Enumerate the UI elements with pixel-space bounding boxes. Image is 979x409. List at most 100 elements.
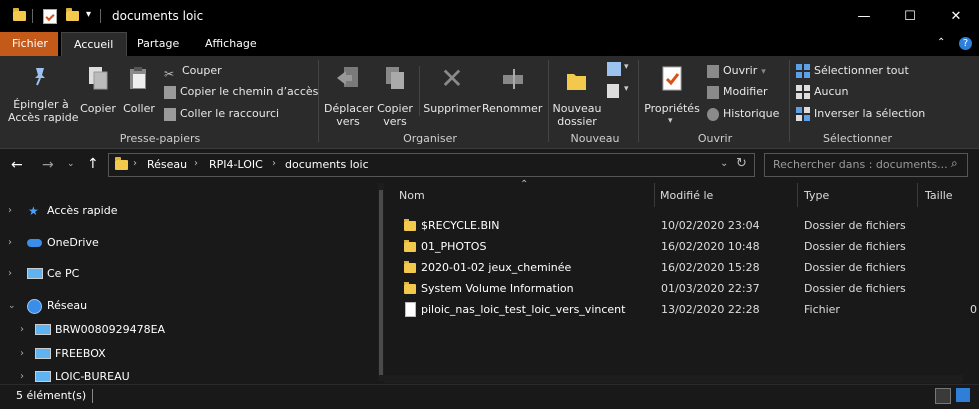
maximize-button[interactable]: ☐ (887, 0, 933, 32)
copy-to-button[interactable]: Copier vers (374, 60, 416, 128)
nav-item-ce-pc[interactable]: › Ce PC (0, 264, 370, 284)
select-none-button[interactable]: Aucun (796, 82, 849, 102)
back-arrow-icon[interactable]: ← (11, 157, 23, 173)
paste-shortcut-button[interactable]: Coller le raccourci (164, 104, 279, 124)
nav-item-onedrive[interactable]: › OneDrive (0, 233, 370, 253)
delete-button[interactable]: ✕ Supprimer (422, 60, 482, 120)
invert-selection-button[interactable]: Inverser la sélection (796, 104, 925, 124)
recent-locations-icon[interactable]: ⌄ (67, 159, 75, 169)
nav-label: Réseau (47, 299, 88, 312)
collapse-ribbon-icon[interactable]: ⌃ (937, 37, 945, 48)
column-separator[interactable] (917, 183, 918, 207)
title-bar: ▾ documents loic — ☐ ✕ (0, 0, 979, 32)
expand-chevron-icon[interactable]: › (20, 367, 24, 383)
star-icon: ★ (28, 204, 39, 218)
cut-button[interactable]: ✂ Couper (164, 61, 222, 81)
file-type: Dossier de fichiers (804, 282, 906, 295)
rename-button[interactable]: Renommer (482, 60, 542, 120)
open-button[interactable]: Ouvrir ▾ (707, 61, 766, 81)
move-to-button[interactable]: Déplacer vers (324, 60, 373, 128)
invert-selection-label: Inverser la sélection (814, 107, 926, 120)
properties-button[interactable]: Propriétés ▾ (643, 60, 701, 126)
copy-button[interactable]: Copier (80, 60, 116, 120)
select-none-label: Aucun (814, 85, 849, 98)
copy-path-button[interactable]: Copier le chemin d’accès (164, 82, 318, 102)
pin-quick-access-button[interactable]: Épingler à Accès rapide (8, 60, 78, 130)
nav-scrollbar-thumb[interactable] (379, 190, 383, 375)
search-icon[interactable]: ⌕ (951, 156, 958, 171)
nav-item-loic-bureau[interactable]: › LOIC-BUREAU (0, 367, 370, 383)
expand-chevron-icon[interactable]: › (8, 201, 12, 221)
column-header-modified[interactable]: Modifié le (660, 183, 713, 209)
column-separator[interactable] (797, 183, 798, 207)
address-dropdown-icon[interactable]: ⌄ (720, 158, 728, 169)
nav-item-acces-rapide[interactable]: › ★ Accès rapide (0, 201, 370, 221)
file-type: Dossier de fichiers (804, 261, 906, 274)
forward-arrow-icon[interactable]: → (42, 157, 54, 173)
edit-button[interactable]: Modifier (707, 82, 767, 102)
column-header-size[interactable]: Taille (925, 183, 953, 209)
separator (32, 9, 33, 23)
file-row[interactable]: piloic_nas_loic_test_loic_vers_vincent 1… (384, 299, 979, 320)
dropdown-arrow-icon: ▾ (624, 84, 629, 94)
file-name: $RECYCLE.BIN (421, 219, 500, 232)
details-view-icon[interactable] (935, 388, 951, 404)
folder-icon (404, 240, 416, 252)
tab-affichage[interactable]: Affichage (193, 32, 269, 56)
new-folder-label: Nouveau dossier (552, 102, 602, 128)
file-row[interactable]: 01_PHOTOS 16/02/2020 10:48 Dossier de fi… (384, 236, 979, 257)
new-folder-quick-icon[interactable] (66, 8, 79, 21)
ribbon: Épingler à Accès rapide Copier Coller ✂ C… (0, 56, 979, 149)
expand-chevron-icon[interactable]: › (8, 264, 12, 284)
history-button[interactable]: Historique (707, 104, 779, 124)
nav-item-brw0080929478ea[interactable]: › BRW0080929478EA (0, 320, 370, 340)
help-icon[interactable]: ? (959, 37, 972, 50)
computer-icon (35, 371, 51, 382)
scissors-icon: ✂ (164, 67, 175, 81)
column-header-type[interactable]: Type (804, 183, 829, 209)
search-input[interactable]: Rechercher dans : documents... ⌕ (764, 153, 968, 177)
large-icons-view-icon[interactable] (956, 388, 970, 402)
rename-label: Renommer (482, 102, 543, 115)
up-arrow-icon[interactable]: ↑ (87, 156, 99, 172)
expand-chevron-icon[interactable]: › (20, 344, 24, 364)
file-row[interactable]: 2020-01-02 jeux_cheminée 16/02/2020 15:2… (384, 257, 979, 278)
breadcrumb-documents-loic[interactable]: documents loic (285, 158, 369, 171)
new-folder-icon (566, 70, 588, 90)
new-folder-button[interactable]: Nouveau dossier (552, 60, 602, 128)
file-row[interactable]: $RECYCLE.BIN 10/02/2020 23:04 Dossier de… (384, 215, 979, 236)
sort-ascending-icon: ⌃ (520, 179, 529, 190)
horizontal-scrollbar[interactable] (384, 375, 963, 383)
breadcrumb-separator-icon[interactable]: › (272, 158, 276, 169)
easy-access-button[interactable]: ▾ (607, 84, 631, 98)
tab-partage[interactable]: Partage (125, 32, 191, 56)
properties-quick-icon[interactable] (43, 9, 57, 24)
column-separator[interactable] (654, 183, 655, 207)
status-separator (92, 389, 93, 403)
tab-accueil[interactable]: Accueil (61, 32, 127, 56)
address-bar[interactable]: › Réseau › RPI4-LOIC › documents loic ⌄ … (108, 153, 755, 177)
expand-chevron-icon[interactable]: › (20, 320, 24, 340)
refresh-icon[interactable]: ↻ (736, 156, 747, 171)
expand-chevron-icon[interactable]: › (8, 233, 12, 253)
breadcrumb-rpi4-loic[interactable]: RPI4-LOIC (209, 158, 263, 171)
edit-label: Modifier (723, 85, 768, 98)
customize-quick-access-icon[interactable]: ▾ (86, 9, 91, 20)
paste-button[interactable]: Coller (121, 60, 157, 120)
file-row[interactable]: System Volume Information 01/03/2020 22:… (384, 278, 979, 299)
nav-item-reseau[interactable]: ⌄ Réseau (0, 296, 370, 316)
new-item-button[interactable]: ▾ (607, 62, 631, 76)
close-button[interactable]: ✕ (933, 0, 979, 32)
breadcrumb-separator-icon[interactable]: › (133, 158, 137, 169)
group-separator (789, 60, 790, 142)
column-header-name[interactable]: Nom (399, 183, 425, 209)
minimize-button[interactable]: — (841, 0, 887, 32)
breadcrumb-separator-icon[interactable]: › (194, 158, 198, 169)
collapse-chevron-icon[interactable]: ⌄ (8, 296, 16, 316)
nav-item-freebox[interactable]: › FREEBOX (0, 344, 370, 364)
rename-icon (501, 68, 525, 90)
breadcrumb-reseau[interactable]: Réseau (147, 158, 187, 171)
group-label-nouveau: Nouveau (570, 132, 620, 145)
tab-fichier[interactable]: Fichier (0, 32, 58, 56)
select-all-button[interactable]: Sélectionner tout (796, 61, 909, 81)
